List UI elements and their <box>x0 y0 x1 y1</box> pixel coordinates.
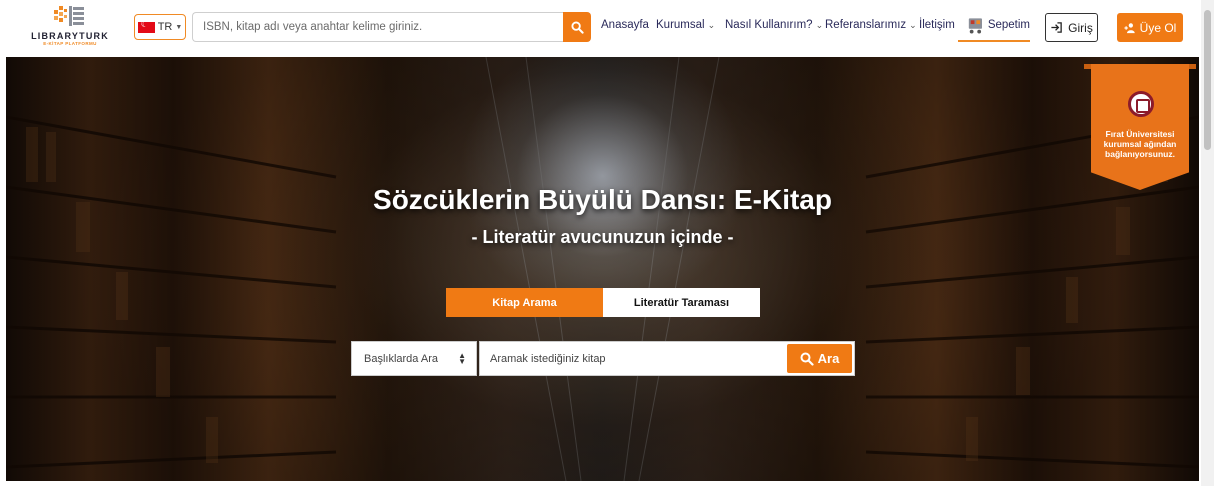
nav-home-label: Anasayfa <box>601 19 649 31</box>
nav-corporate-label: Kurumsal <box>656 19 705 31</box>
login-label: Giriş <box>1068 20 1093 35</box>
login-button[interactable]: Giriş <box>1045 13 1098 42</box>
cart-label: Sepetim <box>987 19 1030 31</box>
register-button[interactable]: Üye Ol <box>1117 13 1183 42</box>
search-icon <box>570 20 584 34</box>
nav-references-label: Referanslarımız <box>825 19 907 31</box>
page-scrollbar[interactable] <box>1201 0 1214 486</box>
search-scope-value: Başlıklarda Ara <box>364 352 438 365</box>
hero-title: Sözcüklerin Büyülü Dansı: E-Kitap <box>373 184 832 215</box>
book-search-button[interactable]: Ara <box>787 344 852 373</box>
chevron-down-icon: ⌄ <box>707 20 716 30</box>
tab-book-search-label: Kitap Arama <box>492 296 557 309</box>
tab-literature-review-label: Literatür Taraması <box>633 296 730 309</box>
login-icon <box>1051 22 1062 33</box>
search-icon <box>800 352 814 366</box>
language-selector[interactable]: TR ▼ <box>134 14 186 40</box>
nav-contact-label: İletişim <box>919 19 955 31</box>
hero-banner: Sözcüklerin Büyülü Dansı: E-Kitap - Lite… <box>6 57 1199 481</box>
nav-how-to-use-label: Nasıl Kullanırım? <box>725 19 813 31</box>
ribbon-line-3: bağlanıyorsunuz. <box>1105 149 1175 159</box>
top-header: LIBRARYTURK E-KİTAP PLATFORMU TR ▼ Anasa… <box>0 0 1214 56</box>
logo-icon <box>54 6 84 26</box>
institution-ribbon <box>1091 64 1189 190</box>
book-search-button-label: Ara <box>817 351 840 366</box>
nav-how-to-use[interactable]: Nasıl Kullanırım? ⌄ <box>725 19 823 31</box>
chevron-down-icon: ⌄ <box>815 20 824 30</box>
university-seal-icon <box>1128 91 1154 117</box>
search-scope-select[interactable]: Başlıklarda Ara ▲ ▼ <box>351 341 477 376</box>
turkey-flag-icon <box>137 19 155 33</box>
nav-corporate[interactable]: Kurumsal ⌄ <box>656 19 715 31</box>
page: LIBRARYTURK E-KİTAP PLATFORMU TR ▼ Anasa… <box>0 0 1214 486</box>
chevron-down-icon: ⌄ <box>909 20 917 30</box>
ribbon-line-1: Fırat Üniversitesi <box>1105 129 1175 139</box>
add-user-icon <box>1124 22 1135 33</box>
header-search-input[interactable] <box>192 12 564 42</box>
logo[interactable]: LIBRARYTURK E-KİTAP PLATFORMU <box>30 4 110 52</box>
hero-overlay <box>6 57 1199 481</box>
tab-literature-review[interactable]: Literatür Taraması <box>603 288 760 317</box>
cart-icon <box>968 18 982 34</box>
language-code: TR <box>157 21 173 33</box>
brand-tagline: E-KİTAP PLATFORMU <box>43 41 97 46</box>
ribbon-line-2: kurumsal ağından <box>1103 139 1177 149</box>
select-arrows-icon: ▲ ▼ <box>458 350 466 366</box>
nav-contact[interactable]: İletişim <box>919 19 955 31</box>
nav-references[interactable]: Referanslarımız ⌄ <box>825 19 917 31</box>
cart-link[interactable]: Sepetim <box>958 10 1030 42</box>
tab-book-search[interactable]: Kitap Arama <box>446 288 603 317</box>
brand-name: LIBRARYTURK <box>31 31 109 41</box>
institution-ribbon-text: Fırat Üniversitesi kurumsal ağından bağl… <box>1094 129 1186 159</box>
scrollbar-thumb[interactable] <box>1204 10 1211 150</box>
header-search-button[interactable] <box>563 12 591 42</box>
nav-home[interactable]: Anasayfa <box>601 19 649 31</box>
caret-down-icon: ▼ <box>175 23 183 31</box>
register-label: Üye Ol <box>1139 20 1177 35</box>
hero-subtitle: - Literatür avucunuzun içinde - <box>471 227 734 247</box>
